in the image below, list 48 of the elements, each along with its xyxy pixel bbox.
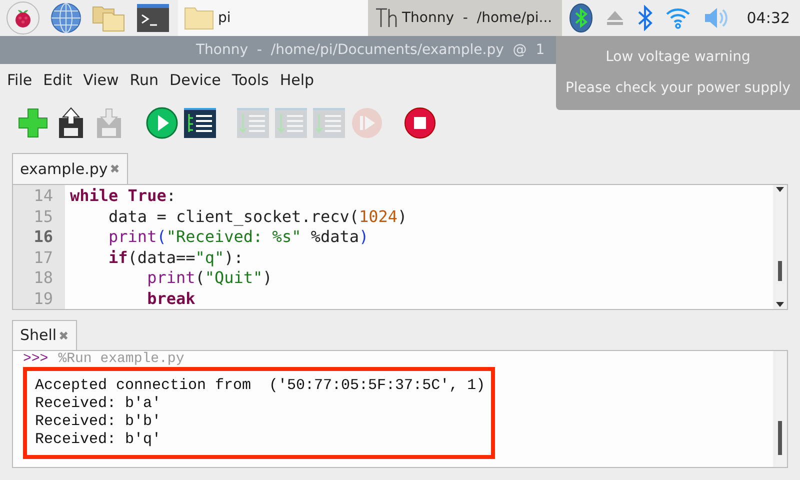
line-number: 19 bbox=[32, 288, 54, 309]
terminal-icon[interactable] bbox=[136, 3, 170, 33]
th-logo-icon bbox=[374, 6, 398, 30]
line-number: 14 bbox=[32, 186, 54, 206]
clock: 04:32 bbox=[746, 8, 790, 29]
folder-icon bbox=[184, 6, 214, 30]
menu-item[interactable]: Edit bbox=[43, 69, 72, 92]
line-number: 15 bbox=[32, 206, 54, 227]
output-line: Received: b'q' bbox=[35, 431, 162, 449]
menu-item[interactable]: File bbox=[7, 69, 32, 92]
tab-label: example.py bbox=[20, 158, 108, 180]
output-line: Received: b'b' bbox=[35, 413, 162, 431]
menu-item[interactable]: Device bbox=[170, 69, 221, 92]
shell-tab[interactable]: Shell✖ bbox=[12, 320, 77, 350]
menu-item[interactable]: Run bbox=[130, 69, 159, 92]
tab-label: Shell bbox=[20, 325, 57, 346]
output-line: Accepted connection from ('50:77:05:5F:37:5C', 1) bbox=[35, 377, 483, 395]
code-line: print("Quit") bbox=[146, 268, 274, 288]
output-line: Received: b'a' bbox=[35, 395, 162, 413]
bluetooth-icon[interactable] bbox=[568, 3, 593, 33]
tooltip-title: Low voltage warning bbox=[606, 48, 750, 67]
tooltip-message: Please check your power supply bbox=[565, 79, 791, 98]
scrollbar-icon[interactable] bbox=[773, 351, 787, 467]
code-line: data = client_socket.recv(1024) bbox=[108, 206, 408, 227]
play-icon[interactable] bbox=[145, 106, 179, 140]
menu-item[interactable]: View bbox=[83, 69, 119, 92]
line-number: 16 bbox=[32, 227, 54, 248]
globe-icon[interactable] bbox=[50, 2, 82, 34]
debug-list-icon[interactable] bbox=[183, 106, 217, 140]
line-number: 18 bbox=[32, 268, 54, 288]
code-line: break bbox=[146, 288, 196, 309]
menu-item[interactable]: Help bbox=[280, 69, 314, 92]
stop-icon[interactable] bbox=[403, 106, 437, 140]
scrollbar-icon[interactable] bbox=[773, 185, 787, 309]
code-line: while True: bbox=[70, 186, 177, 206]
prompt-marker: >>> bbox=[23, 351, 48, 367]
taskbar-window-button[interactable]: pi bbox=[178, 0, 368, 36]
eject-icon[interactable] bbox=[604, 9, 625, 27]
shell-command: %Run example.py bbox=[58, 351, 184, 367]
raspberry-icon[interactable] bbox=[6, 1, 40, 35]
editor-tab[interactable]: example.py✖ bbox=[12, 153, 128, 184]
wifi-icon[interactable] bbox=[664, 6, 691, 30]
bluetooth-icon[interactable] bbox=[636, 5, 653, 31]
line-number: 17 bbox=[32, 248, 54, 268]
code-line: if(data=="q"): bbox=[108, 248, 244, 268]
taskbar-window-button[interactable]: Thonny - /home/pi... bbox=[368, 0, 562, 36]
menu-item[interactable]: Tools bbox=[232, 69, 269, 92]
code-line: print("Received: %s" %data) bbox=[108, 227, 370, 248]
